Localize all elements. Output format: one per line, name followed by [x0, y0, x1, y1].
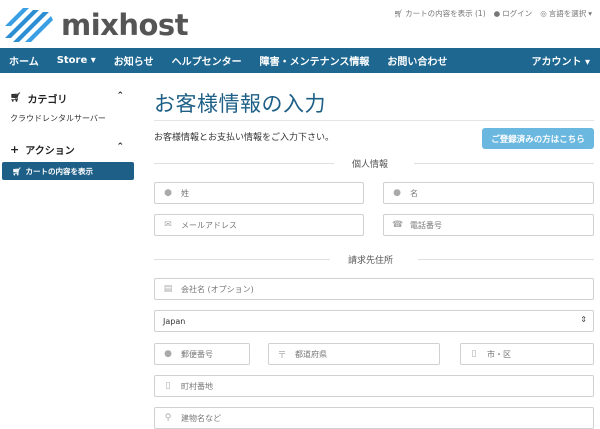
chevron-up-icon: ⌃: [116, 91, 124, 101]
sidebar-item-cloud-server[interactable]: クラウドレンタルサーバー: [2, 108, 134, 130]
top-links: 🛒︎ カートの内容を表示 (1) ● ログイン ◎ 言語を選択 ▾: [394, 8, 592, 19]
location-icon: ●: [164, 349, 172, 359]
existing-customer-login-button[interactable]: ご登録済みの方はこちら: [482, 128, 594, 149]
nav-news[interactable]: お知らせ: [105, 53, 163, 68]
user-icon: ●: [393, 188, 401, 198]
nav-account[interactable]: アカウント ▾: [522, 53, 600, 68]
header: mixhost 🛒︎ カートの内容を表示 (1) ● ログイン ◎ 言語を選択 ▾: [0, 0, 600, 50]
main-navbar: ホーム Store ▾ お知らせ ヘルプセンター 障害・メンテナンス情報 お問い…: [0, 48, 600, 73]
phone-field[interactable]: ☎ 電話番号: [383, 214, 594, 236]
company-name-field[interactable]: ▤ 会社名 (オプション): [154, 278, 594, 300]
postcode-field[interactable]: ● 郵便番号: [154, 343, 250, 365]
sidebar-category-header[interactable]: 🛒︎ カテゴリ ⌃: [2, 88, 134, 108]
page-title: お客様情報の入力: [154, 92, 326, 116]
logo-stripes-icon: [5, 8, 53, 42]
main-content: お客様情報の入力 お客様情報とお支払い情報をご入力下さい。 ご登録済みの方はこち…: [154, 88, 594, 429]
country-select[interactable]: Japan ⇕: [154, 310, 594, 332]
section-billing-address: 請求先住所: [154, 253, 594, 266]
sidebar-action-header[interactable]: + アクション ⌃: [2, 139, 134, 159]
address2-field[interactable]: ⚲ 建物名など: [154, 407, 594, 429]
user-icon: ●: [164, 188, 172, 198]
nav-store[interactable]: Store ▾: [48, 55, 105, 66]
signpost-icon: 〒: [277, 350, 287, 361]
nav-home[interactable]: ホーム: [0, 53, 48, 68]
plus-icon: +: [10, 142, 20, 156]
sidebar-item-view-cart[interactable]: 🛒︎ カートの内容を表示: [2, 162, 134, 180]
language-selector[interactable]: ◎ 言語を選択 ▾: [540, 8, 592, 19]
title-divider: [154, 120, 594, 121]
cart-icon: 🛒︎: [10, 93, 22, 103]
cart-icon: 🛒︎: [12, 166, 22, 176]
nav-contact[interactable]: お問い合わせ: [378, 53, 456, 68]
phone-icon: ☎: [392, 220, 404, 230]
nav-help-center[interactable]: ヘルプセンター: [163, 53, 251, 68]
envelope-icon: ✉: [164, 220, 172, 230]
city-field[interactable]: ▯ 市・区: [460, 343, 594, 365]
caret-down-icon: ▾: [588, 9, 592, 18]
section-personal-info: 個人情報: [154, 157, 594, 170]
prefecture-field[interactable]: 〒都道府県: [268, 343, 440, 365]
caret-down-icon: ▾: [584, 57, 590, 68]
caret-down-icon: ▾: [90, 55, 96, 66]
building-icon: ▤: [163, 284, 173, 294]
user-icon: ●: [493, 9, 501, 18]
last-name-field[interactable]: ● 姓: [154, 182, 364, 204]
sidebar: 🛒︎ カテゴリ ⌃ クラウドレンタルサーバー + アクション ⌃ 🛒︎ カートの…: [2, 88, 134, 180]
nav-maintenance[interactable]: 障害・メンテナンス情報: [251, 53, 379, 68]
building-icon: ▯: [471, 349, 477, 359]
globe-icon: ◎: [540, 9, 547, 18]
login-link[interactable]: ● ログイン: [494, 8, 533, 19]
first-name-field[interactable]: ● 名: [383, 182, 594, 204]
brand-logo[interactable]: mixhost: [3, 4, 203, 44]
cart-icon: 🛒︎: [393, 9, 404, 18]
building-icon: ▯: [165, 381, 171, 391]
select-arrow-icon: ⇕: [580, 315, 587, 324]
intro-text: お客様情報とお支払い情報をご入力下さい。: [154, 133, 335, 143]
brand-name: mixhost: [61, 8, 189, 42]
email-field[interactable]: ✉ メールアドレス: [154, 214, 364, 236]
address1-field[interactable]: ▯ 町村番地: [154, 375, 594, 397]
cart-link[interactable]: 🛒︎ カートの内容を表示 (1): [394, 8, 486, 19]
chevron-up-icon: ⌃: [116, 142, 124, 152]
